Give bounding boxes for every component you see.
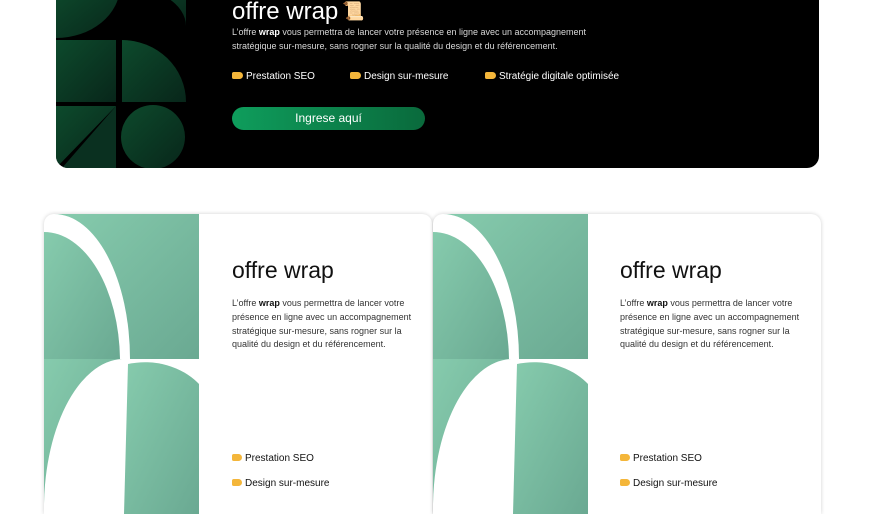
- pointing-hand-icon: [620, 479, 630, 486]
- pointing-hand-icon: [232, 72, 243, 79]
- feature-item: Prestation SEO: [620, 453, 702, 464]
- pointing-hand-icon: [232, 479, 242, 486]
- decorative-shapes-art: [44, 214, 199, 514]
- card-description: L’offre wrap vous permettra de lancer vo…: [620, 298, 800, 350]
- banner-description: L’offre wrap vous permettra de lancer vo…: [232, 27, 587, 51]
- feature-item: Design sur-mesure: [232, 478, 329, 489]
- pointing-hand-icon: [232, 454, 242, 461]
- offer-card: offre wrap L’offre wrap vous permettra d…: [433, 214, 821, 514]
- decorative-shapes-art: [433, 214, 588, 514]
- feature-item: Prestation SEO: [232, 71, 315, 82]
- card-title: offre wrap: [620, 257, 722, 283]
- banner-feature-list: Prestation SEO Design sur-mesure Stratég…: [232, 71, 672, 85]
- feature-item: Stratégie digitale optimisée: [485, 71, 619, 82]
- banner-title-text: offre wrap: [232, 0, 339, 25]
- banner-title: offre wrap 📜: [232, 0, 365, 24]
- feature-item: Design sur-mesure: [350, 71, 448, 82]
- card-title: offre wrap: [232, 257, 334, 283]
- pointing-hand-icon: [620, 454, 630, 461]
- decorative-shapes-art: [56, 0, 186, 168]
- pointing-hand-icon: [485, 72, 496, 79]
- scroll-icon: 📜: [342, 1, 365, 21]
- offer-card: offre wrap L’offre wrap vous permettra d…: [44, 214, 432, 514]
- card-description: L’offre wrap vous permettra de lancer vo…: [232, 298, 412, 350]
- feature-item: Prestation SEO: [232, 453, 314, 464]
- pointing-hand-icon: [350, 72, 361, 79]
- offer-banner-dark: offre wrap 📜 L’offre wrap vous permettra …: [56, 0, 819, 168]
- cta-button[interactable]: Ingrese aquí: [232, 107, 425, 130]
- feature-item: Design sur-mesure: [620, 478, 717, 489]
